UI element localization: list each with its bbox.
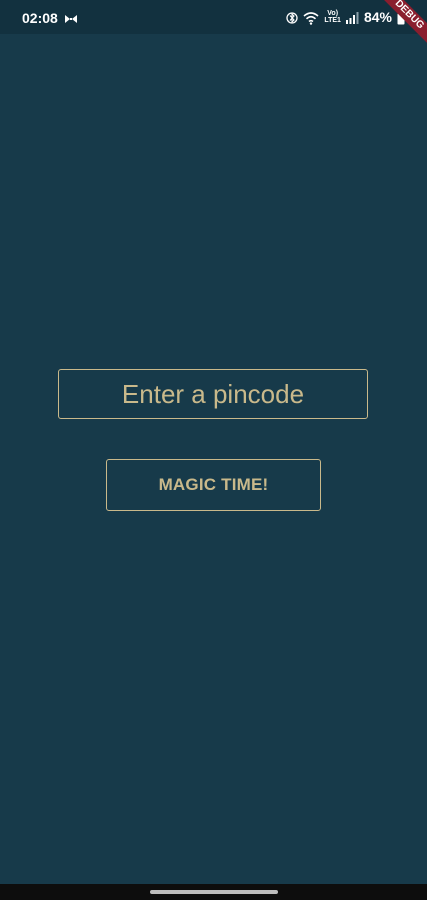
notification-icon <box>64 10 78 26</box>
lte-label-top: Vo) <box>327 10 339 18</box>
status-left: 02:08 <box>22 10 78 26</box>
magic-time-button[interactable]: MAGIC TIME! <box>106 459 321 511</box>
home-gesture-handle[interactable] <box>150 890 278 894</box>
wifi-icon <box>303 9 319 25</box>
lte-indicator: Vo) LTE1 <box>324 10 341 24</box>
bluetooth-icon <box>286 9 299 25</box>
signal-icon <box>345 9 359 25</box>
pincode-input[interactable] <box>58 369 368 419</box>
battery-percent: 84% <box>363 9 392 26</box>
lte-label-bottom: LTE1 <box>324 17 341 25</box>
status-bar: 02:08 Vo) LTE1 84% <box>0 0 427 34</box>
status-right: Vo) LTE1 84% <box>286 9 405 25</box>
battery-icon <box>397 9 405 25</box>
navigation-bar <box>0 884 427 900</box>
status-time: 02:08 <box>22 10 58 26</box>
